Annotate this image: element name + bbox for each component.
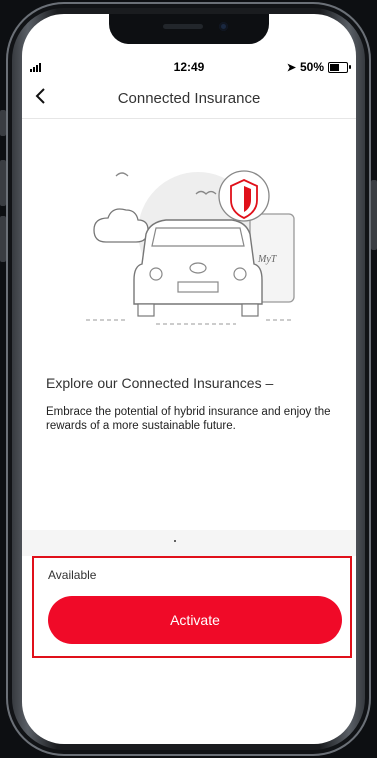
location-arrow-icon: ➤: [286, 61, 296, 74]
battery-icon: [328, 61, 351, 73]
phone-frame: 12:49 ➤ 50% Connected Insurance MyT Expl…: [0, 0, 377, 758]
status-bar: 12:49 ➤ 50%: [22, 60, 356, 76]
section-heading: Explore our Connected Insurances –: [46, 375, 274, 391]
screen: 12:49 ➤ 50% Connected Insurance MyT Expl…: [22, 14, 356, 744]
ground-lines: [86, 319, 294, 325]
description-text: Embrace the potential of hybrid insuranc…: [46, 406, 331, 432]
activate-button[interactable]: Activate: [48, 596, 342, 644]
mute-switch: [0, 110, 6, 136]
content-divider: [22, 530, 356, 556]
right-wheel: [241, 303, 259, 317]
nav-bar: Connected Insurance: [22, 82, 356, 119]
page-title: Connected Insurance: [117, 90, 261, 107]
volume-down-button: [0, 216, 6, 262]
myt-badge-text: MyT: [257, 254, 278, 265]
cloud-icon: [93, 208, 149, 243]
battery-percent: 50%: [299, 60, 324, 74]
speaker-grille: [163, 24, 203, 29]
windshield: [151, 227, 245, 247]
scroll-indicator-dot: [174, 540, 176, 542]
car-insurance-illustration: MyT: [86, 170, 295, 325]
availability-label: Available: [48, 568, 97, 582]
activation-panel: Available Activate: [32, 556, 352, 658]
left-wheel: [137, 303, 155, 317]
front-camera: [219, 22, 228, 31]
notch: [109, 14, 269, 44]
power-button: [371, 180, 377, 250]
volume-up-button: [0, 160, 6, 206]
